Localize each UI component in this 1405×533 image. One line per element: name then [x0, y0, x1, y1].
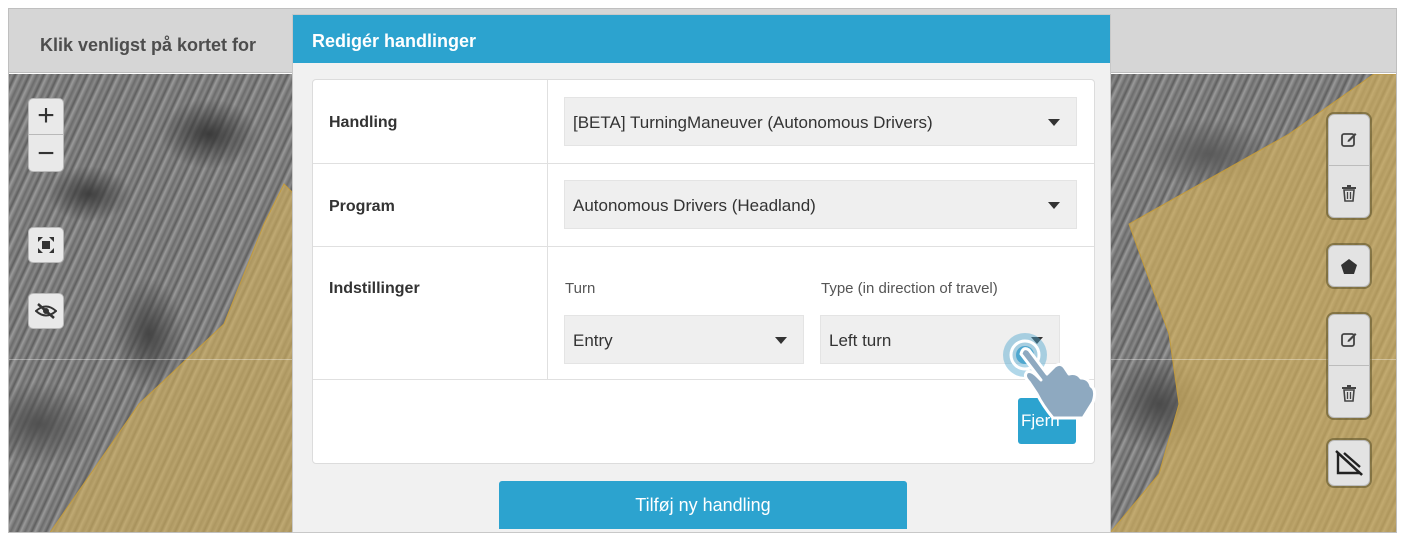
action-label: Handling	[329, 114, 398, 131]
tap-hand-icon	[1003, 333, 1097, 420]
action-select[interactable]: [BETA] TurningManeuver (Autonomous Drive…	[564, 97, 1077, 146]
row-divider	[547, 80, 548, 163]
chevron-down-icon	[1048, 202, 1060, 209]
actions-panel: Handling [BETA] TurningManeuver (Autonom…	[312, 79, 1095, 464]
split-icon	[1335, 450, 1363, 476]
add-action-button[interactable]: Tilføj ny handling	[499, 481, 907, 529]
split-field-button[interactable]	[1328, 440, 1370, 486]
chevron-down-icon	[775, 337, 787, 344]
edit-button[interactable]	[1340, 317, 1358, 361]
draw-polygon-button[interactable]	[1328, 245, 1370, 287]
settings-row: Indstillinger Turn Entry Type (in direct…	[313, 247, 1094, 380]
edit-icon	[1341, 133, 1357, 148]
delete-button[interactable]	[1341, 171, 1357, 215]
chevron-down-icon	[1048, 119, 1060, 126]
program-select-value: Autonomous Drivers (Headland)	[573, 196, 816, 215]
turn-label: Turn	[565, 280, 596, 297]
fit-extent-button[interactable]	[28, 227, 64, 263]
delete-button[interactable]	[1341, 371, 1357, 415]
dialog-title: Redigér handlinger	[293, 15, 1110, 63]
program-row: Program Autonomous Drivers (Headland)	[313, 164, 1094, 247]
turn-select[interactable]: Entry	[564, 315, 804, 364]
type-select-value: Left turn	[829, 331, 892, 350]
instruction-text: Klik venligst på kortet for	[40, 35, 257, 55]
visibility-off-icon	[35, 303, 57, 319]
toggle-visibility-button[interactable]	[28, 293, 64, 329]
type-label: Type (in direction of travel)	[821, 280, 998, 297]
trash-icon	[1342, 384, 1356, 402]
field-tools-group-2	[1328, 314, 1370, 418]
zoom-in-icon[interactable]: +	[37, 100, 55, 131]
program-label: Program	[329, 198, 395, 215]
trash-icon	[1342, 184, 1356, 202]
settings-label: Indstillinger	[329, 280, 420, 297]
edit-button[interactable]	[1340, 117, 1358, 161]
fit-extent-icon	[38, 237, 54, 253]
row-divider	[547, 164, 548, 246]
program-select[interactable]: Autonomous Drivers (Headland)	[564, 180, 1077, 229]
polygon-icon	[1341, 258, 1357, 274]
field-tools-group-1	[1328, 114, 1370, 218]
zoom-control: + −	[28, 98, 64, 172]
action-select-value: [BETA] TurningManeuver (Autonomous Drive…	[573, 113, 933, 132]
zoom-out-icon[interactable]: −	[37, 139, 55, 169]
action-row: Handling [BETA] TurningManeuver (Autonom…	[313, 80, 1094, 164]
turn-select-value: Entry	[573, 331, 613, 350]
row-divider	[547, 247, 548, 379]
edit-icon	[1341, 333, 1357, 348]
edit-actions-dialog: Redigér handlinger Handling [BETA] Turni…	[292, 14, 1111, 533]
